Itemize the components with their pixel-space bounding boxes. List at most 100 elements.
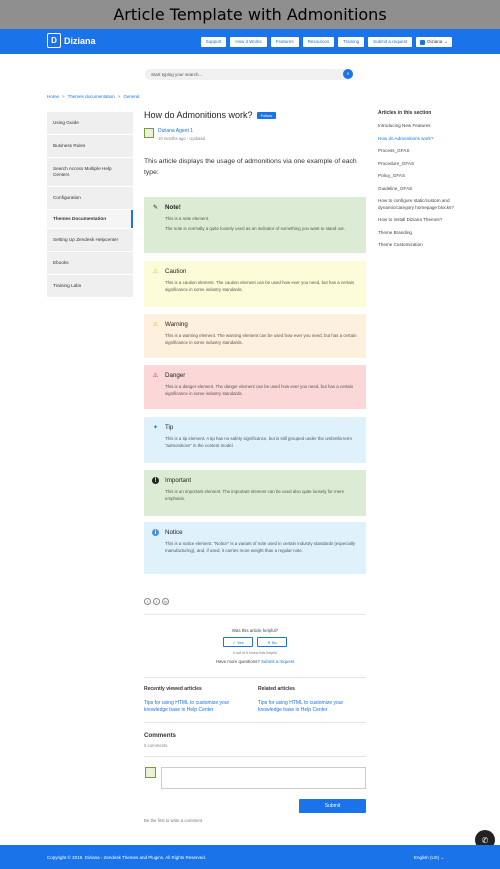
nav-submit-request[interactable]: Submit a request [368,37,413,47]
admonition-text: This is a tip element. A tip has no safe… [165,436,352,448]
sidebar-item-using-guide[interactable]: Using Guide [47,112,133,134]
follow-button[interactable]: Follow [256,111,277,119]
section-article-link[interactable]: How to configure static/custom and dynam… [378,198,466,211]
divider [144,756,366,757]
section-articles: Articles in this section Introducing New… [378,110,466,255]
linkedin-icon[interactable]: in [162,598,169,605]
section-article-link[interactable]: Procedure_GFAS [378,161,466,168]
nav-how-it-works[interactable]: How it Works [230,37,267,47]
admonition-title: Important [165,477,192,484]
vote-yes-button[interactable]: ✓ Yes [223,637,253,647]
logo[interactable]: D Diziana [47,33,96,48]
divider [144,722,366,723]
admonition-title: Note! [165,204,181,211]
sidebar-item-themes-documentation[interactable]: Themes Documentation [47,210,133,228]
nav-features[interactable]: Features [270,37,299,47]
nav-support[interactable]: Support [200,37,227,47]
admonition-title: Caution [165,268,187,275]
related-articles-title: Related articles [258,686,295,692]
language-selector[interactable]: English (US) ⌄ [414,855,444,861]
admonition-text: This is a danger element. The danger ele… [165,384,354,396]
sidebar-item-ebooks[interactable]: Ebooks [47,252,133,274]
info-icon: i [152,529,159,536]
sidebar-item-training-labs[interactable]: Training Labs [47,275,133,297]
admonition-title: Notice [165,529,183,536]
exclamation-icon: ! [152,477,159,484]
divider [144,614,366,615]
user-menu[interactable]: Diziana ⌄ [416,37,452,47]
caution-icon: ⚠ [152,269,159,275]
admonition-text: The note is normally a quite loosely use… [165,226,345,231]
share-links: f t in [144,598,169,605]
sidebar: Using Guide Business Rules Search Across… [47,112,133,298]
admonition-danger: ⚠ Danger This is a danger element. The da… [144,365,366,409]
submit-button[interactable]: Submit [299,799,366,813]
top-header: D Diziana Support How it Works Features R… [0,29,500,54]
divider [144,677,366,678]
admonition-caution: ⚠ Caution This is a caution element. The … [144,261,366,307]
section-article-link[interactable]: Process_GFAS [378,148,466,155]
commenter-avatar [145,767,156,778]
sidebar-item-business-rules[interactable]: Business Rules [47,135,133,157]
section-article-link[interactable]: How to install Diziana Themes? [378,217,466,224]
author-avatar [144,128,154,138]
nav-training[interactable]: Training [338,37,365,47]
vote-count: 0 out of 0 found this helpful [232,651,278,655]
footer: Copyright © 2019. Diziana - Zendesk Them… [0,845,500,869]
related-article-link[interactable]: Tips for using HTML to customize your kn… [258,700,358,714]
admonition-text: This is a warning element. The warning e… [165,333,357,345]
author-name[interactable]: Diziana Agent 1 [158,128,205,134]
admonition-text: This is a note element. [165,216,210,221]
chevron-down-icon: ⌄ [444,39,448,44]
banner-title: Article Template with Admonitions [113,5,387,24]
breadcrumb-home[interactable]: Home [47,94,59,99]
warning-icon: ⚠ [152,322,159,328]
facebook-icon[interactable]: f [144,598,151,605]
admonition-important: ! Important This is an important element.… [144,470,366,516]
section-article-link[interactable]: Guideline_GFAS [378,186,466,193]
submit-request-link[interactable]: Submit a request [261,659,294,664]
page-banner: Article Template with Admonitions [0,0,500,29]
section-article-link[interactable]: Policy_GFAS [378,173,466,180]
section-article-link[interactable]: Introducing New Features [378,123,466,130]
article-meta: 10 months ago · Updated [158,136,206,141]
twitter-icon[interactable]: t [153,598,160,605]
search-input[interactable]: Start typing your search... [145,69,353,80]
breadcrumb-themes[interactable]: Themes documentation [68,94,115,99]
admonition-text: This is a caution element. The caution e… [165,280,355,292]
pencil-icon: ✎ [152,205,159,211]
comments-count: 0 comments [144,743,168,748]
section-article-link[interactable]: How do Admonitions work? [378,136,466,143]
section-article-link[interactable]: Theme Branding [378,230,466,237]
article-title: How do Admonitions work? [144,110,253,120]
admonition-text: This is a notice element. "Notice" is a … [165,541,356,553]
admonition-text: This is an important element. The import… [165,489,345,501]
nav-resources[interactable]: Resources [302,37,335,47]
logo-icon: D [47,33,61,48]
recent-article-link[interactable]: Tips for using HTML to customize your kn… [144,700,244,714]
admonition-title: Danger [165,372,186,379]
comment-input[interactable] [161,767,366,789]
sidebar-item-setting-up-zendesk[interactable]: Setting Up Zendesk Helpcenter [47,229,133,251]
top-nav: Support How it Works Features Resources … [200,37,452,47]
sidebar-item-search-multiple[interactable]: Search Across Multiple Help Centers [47,158,133,186]
breadcrumb: Home > Themes documentation > General [47,94,140,99]
feedback-block: Was this article helpful? ✓ Yes ✕ No 0 o… [144,628,366,664]
feedback-question: Was this article helpful? [231,628,279,633]
danger-icon: ⚠ [152,373,159,379]
first-comment-hint: Be the first to write a comment. [144,818,204,823]
sidebar-item-configuration[interactable]: Configuration [47,187,133,209]
footer-copyright: Copyright © 2019. Diziana - Zendesk Them… [47,855,207,860]
search-icon[interactable]: ⌕ [343,69,353,79]
admonition-title: Warning [165,321,188,328]
admonition-title: Tip [165,424,174,431]
user-avatar [420,39,426,45]
more-questions: Have more questions? [215,659,260,664]
section-title: Articles in this section [378,110,432,116]
breadcrumb-general[interactable]: General [123,94,139,99]
vote-no-button[interactable]: ✕ No [257,637,287,647]
section-article-link[interactable]: Theme Customization [378,242,466,249]
author-block: Diziana Agent 1 10 months ago · Updated [144,128,205,141]
article-main: How do Admonitions work? Follow Diziana … [144,108,366,176]
logo-text: Diziana [64,35,96,46]
